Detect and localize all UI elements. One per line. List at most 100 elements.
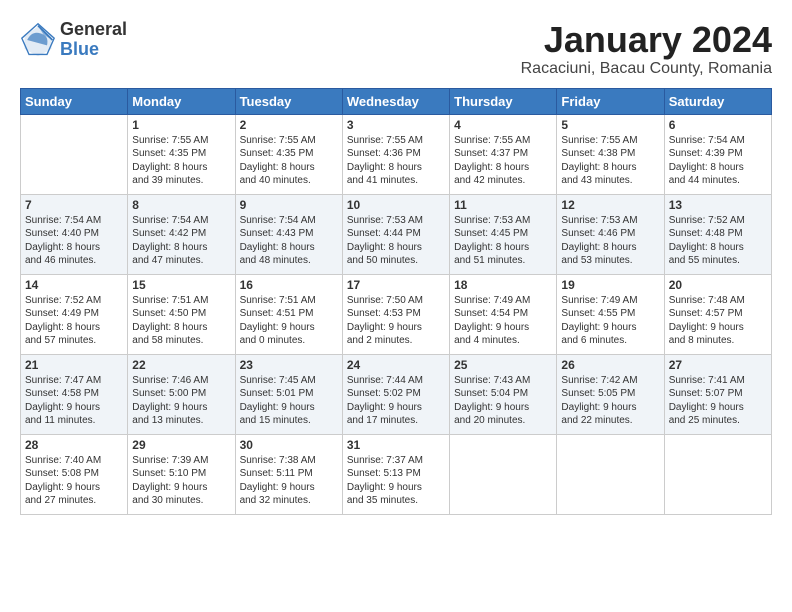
day-number: 15 [132,278,230,292]
week-row-3: 21Sunrise: 7:47 AM Sunset: 4:58 PM Dayli… [21,354,772,434]
calendar-cell: 22Sunrise: 7:46 AM Sunset: 5:00 PM Dayli… [128,354,235,434]
day-number: 21 [25,358,123,372]
calendar-cell: 25Sunrise: 7:43 AM Sunset: 5:04 PM Dayli… [450,354,557,434]
day-number: 28 [25,438,123,452]
calendar-cell: 2 Sunrise: 7:55 AM Sunset: 4:35 PM Daylig… [235,114,342,194]
day-number: 2 [240,118,338,132]
day-number: 31 [347,438,445,452]
cell-content: Sunrise: 7:44 AM Sunset: 5:02 PM Dayligh… [347,374,445,428]
day-number: 19 [561,278,659,292]
day-number: 26 [561,358,659,372]
cell-content: Sunrise: 7:49 AM Sunset: 4:54 PM Dayligh… [454,294,552,348]
calendar-cell: 28 Sunrise: 7:40 AM Sunset: 5:08 PM Dayli… [21,434,128,514]
header: General Blue January 2024 Racaciuni, Bac… [20,20,772,78]
day-number: 20 [669,278,767,292]
cell-content: Sunrise: 7:50 AM Sunset: 4:53 PM Dayligh… [347,294,445,348]
calendar-cell: 13 Sunrise: 7:52 AM Sunset: 4:48 PM Dayli… [664,194,771,274]
cell-content: Sunrise: 7:53 AM Sunset: 4:44 PM Dayligh… [347,214,445,268]
calendar-cell: 5 Sunrise: 7:55 AM Sunset: 4:38 PM Daylig… [557,114,664,194]
day-number: 5 [561,118,659,132]
calendar-cell: 26 Sunrise: 7:42 AM Sunset: 5:05 PM Dayli… [557,354,664,434]
day-number: 11 [454,198,552,212]
header-wednesday: Wednesday [342,88,449,114]
cell-content: Sunrise: 7:46 AM Sunset: 5:00 PM Dayligh… [132,374,230,428]
calendar-cell: 18 Sunrise: 7:49 AM Sunset: 4:54 PM Dayli… [450,274,557,354]
logo-general-text: General [60,20,127,40]
logo-icon [20,22,56,58]
calendar-cell: 20 Sunrise: 7:48 AM Sunset: 4:57 PM Dayli… [664,274,771,354]
calendar-cell [450,434,557,514]
calendar-cell: 19 Sunrise: 7:49 AM Sunset: 4:55 PM Dayli… [557,274,664,354]
cell-content: Sunrise: 7:45 AM Sunset: 5:01 PM Dayligh… [240,374,338,428]
cell-content: Sunrise: 7:52 AM Sunset: 4:48 PM Dayligh… [669,214,767,268]
header-saturday: Saturday [664,88,771,114]
day-number: 1 [132,118,230,132]
week-row-2: 14Sunrise: 7:52 AM Sunset: 4:49 PM Dayli… [21,274,772,354]
day-number: 13 [669,198,767,212]
day-number: 9 [240,198,338,212]
cell-content: Sunrise: 7:54 AM Sunset: 4:40 PM Dayligh… [25,214,123,268]
calendar-cell: 30 Sunrise: 7:38 AM Sunset: 5:11 PM Dayli… [235,434,342,514]
cell-content: Sunrise: 7:55 AM Sunset: 4:37 PM Dayligh… [454,134,552,188]
cell-content: Sunrise: 7:43 AM Sunset: 5:04 PM Dayligh… [454,374,552,428]
header-thursday: Thursday [450,88,557,114]
logo-blue-text: Blue [60,40,127,60]
calendar-cell [664,434,771,514]
cell-content: Sunrise: 7:40 AM Sunset: 5:08 PM Dayligh… [25,454,123,508]
day-number: 8 [132,198,230,212]
day-number: 7 [25,198,123,212]
day-number: 3 [347,118,445,132]
day-number: 4 [454,118,552,132]
day-number: 6 [669,118,767,132]
calendar-cell: 12 Sunrise: 7:53 AM Sunset: 4:46 PM Dayli… [557,194,664,274]
calendar-cell: 17 Sunrise: 7:50 AM Sunset: 4:53 PM Dayli… [342,274,449,354]
cell-content: Sunrise: 7:55 AM Sunset: 4:35 PM Dayligh… [240,134,338,188]
day-number: 10 [347,198,445,212]
header-monday: Monday [128,88,235,114]
calendar-cell [557,434,664,514]
cell-content: Sunrise: 7:49 AM Sunset: 4:55 PM Dayligh… [561,294,659,348]
cell-content: Sunrise: 7:42 AM Sunset: 5:05 PM Dayligh… [561,374,659,428]
cell-content: Sunrise: 7:53 AM Sunset: 4:45 PM Dayligh… [454,214,552,268]
calendar-cell: 27Sunrise: 7:41 AM Sunset: 5:07 PM Dayli… [664,354,771,434]
cell-content: Sunrise: 7:54 AM Sunset: 4:43 PM Dayligh… [240,214,338,268]
calendar-cell [21,114,128,194]
cell-content: Sunrise: 7:37 AM Sunset: 5:13 PM Dayligh… [347,454,445,508]
logo-text: General Blue [60,20,127,60]
calendar-cell: 21Sunrise: 7:47 AM Sunset: 4:58 PM Dayli… [21,354,128,434]
calendar-cell: 15 Sunrise: 7:51 AM Sunset: 4:50 PM Dayli… [128,274,235,354]
cell-content: Sunrise: 7:51 AM Sunset: 4:50 PM Dayligh… [132,294,230,348]
calendar-cell: 16Sunrise: 7:51 AM Sunset: 4:51 PM Dayli… [235,274,342,354]
calendar-cell: 3Sunrise: 7:55 AM Sunset: 4:36 PM Daylig… [342,114,449,194]
day-number: 27 [669,358,767,372]
day-number: 12 [561,198,659,212]
calendar-page: General Blue January 2024 Racaciuni, Bac… [0,0,792,612]
day-number: 14 [25,278,123,292]
header-sunday: Sunday [21,88,128,114]
week-row-1: 7 Sunrise: 7:54 AM Sunset: 4:40 PM Daylig… [21,194,772,274]
logo: General Blue [20,20,127,60]
calendar-cell: 29 Sunrise: 7:39 AM Sunset: 5:10 PM Dayli… [128,434,235,514]
calendar-cell: 11 Sunrise: 7:53 AM Sunset: 4:45 PM Dayli… [450,194,557,274]
calendar-cell: 14Sunrise: 7:52 AM Sunset: 4:49 PM Dayli… [21,274,128,354]
calendar-cell: 4 Sunrise: 7:55 AM Sunset: 4:37 PM Daylig… [450,114,557,194]
day-number: 30 [240,438,338,452]
day-number: 18 [454,278,552,292]
day-number: 23 [240,358,338,372]
cell-content: Sunrise: 7:54 AM Sunset: 4:39 PM Dayligh… [669,134,767,188]
cell-content: Sunrise: 7:53 AM Sunset: 4:46 PM Dayligh… [561,214,659,268]
location-title: Racaciuni, Bacau County, Romania [521,60,772,78]
calendar-cell: 1 Sunrise: 7:55 AM Sunset: 4:35 PM Daylig… [128,114,235,194]
week-row-4: 28 Sunrise: 7:40 AM Sunset: 5:08 PM Dayli… [21,434,772,514]
cell-content: Sunrise: 7:38 AM Sunset: 5:11 PM Dayligh… [240,454,338,508]
calendar-cell: 9 Sunrise: 7:54 AM Sunset: 4:43 PM Daylig… [235,194,342,274]
cell-content: Sunrise: 7:55 AM Sunset: 4:38 PM Dayligh… [561,134,659,188]
calendar-cell: 10 Sunrise: 7:53 AM Sunset: 4:44 PM Dayli… [342,194,449,274]
cell-content: Sunrise: 7:55 AM Sunset: 4:35 PM Dayligh… [132,134,230,188]
calendar-cell: 24Sunrise: 7:44 AM Sunset: 5:02 PM Dayli… [342,354,449,434]
cell-content: Sunrise: 7:48 AM Sunset: 4:57 PM Dayligh… [669,294,767,348]
day-number: 17 [347,278,445,292]
title-section: January 2024 Racaciuni, Bacau County, Ro… [521,20,772,78]
day-number: 29 [132,438,230,452]
cell-content: Sunrise: 7:39 AM Sunset: 5:10 PM Dayligh… [132,454,230,508]
